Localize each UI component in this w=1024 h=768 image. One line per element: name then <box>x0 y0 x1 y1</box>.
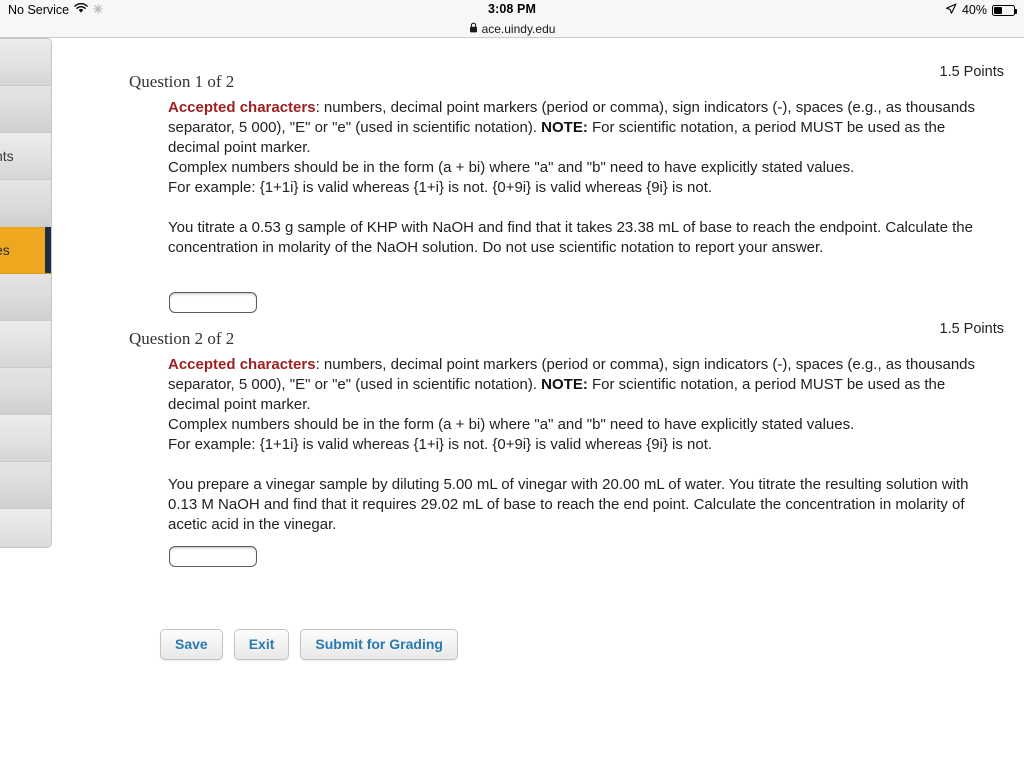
question-block-2: Question 2 of 2 1.5 Points Accepted char… <box>52 321 1024 567</box>
save-button[interactable]: Save <box>160 629 223 660</box>
question-points-2: 1.5 Points <box>939 321 1005 337</box>
sidebar-item-7[interactable] <box>0 368 51 415</box>
complex-number-example-2: For example: {1+1i} is valid whereas {1+… <box>168 436 713 453</box>
complex-number-rule-1: Complex numbers should be in the form (a… <box>168 159 855 176</box>
accepted-characters-label-2: Accepted characters <box>168 356 316 373</box>
sidebar-item-10[interactable] <box>0 509 51 547</box>
sidebar-item-5[interactable] <box>0 274 51 321</box>
battery-percent-label: 40% <box>961 3 987 17</box>
question-header-2: Question 2 of 2 1.5 Points <box>52 321 1024 355</box>
submit-for-grading-button[interactable]: Submit for Grading <box>300 629 458 660</box>
battery-icon <box>992 4 1017 16</box>
url-text: ace.uindy.edu <box>481 21 556 36</box>
note-label-1: NOTE: <box>541 119 588 136</box>
sidebar-item-1[interactable] <box>0 86 51 133</box>
sidebar-item-6[interactable] <box>0 321 51 368</box>
question-prompt-2: You prepare a vinegar sample by diluting… <box>168 476 969 533</box>
complex-number-example-1: For example: {1+1i} is valid whereas {1+… <box>168 179 713 196</box>
sidebar-item-4[interactable]: es <box>0 227 51 274</box>
note-label-2: NOTE: <box>541 376 588 393</box>
accepted-characters-block-2: Accepted characters: numbers, decimal po… <box>168 355 980 455</box>
sidebar-item-3[interactable] <box>0 180 51 227</box>
sidebar-item-label: nts <box>0 148 14 164</box>
sidebar-item-0[interactable] <box>0 39 51 86</box>
status-bar-clock: 3:08 PM <box>488 2 536 16</box>
question-block-1: Question 1 of 2 1.5 Points Accepted char… <box>52 64 1024 313</box>
sidebar-item-8[interactable] <box>0 415 51 462</box>
sidebar-item-2[interactable]: nts <box>0 133 51 180</box>
question-prompt-1: You titrate a 0.53 g sample of KHP with … <box>168 219 973 256</box>
accepted-characters-label-1: Accepted characters <box>168 99 316 116</box>
quiz-content: Question 1 of 2 1.5 Points Accepted char… <box>52 38 1024 768</box>
answer-input-2[interactable] <box>169 546 257 567</box>
accepted-characters-block-1: Accepted characters: numbers, decimal po… <box>168 98 980 198</box>
question-title-1: Question 1 of 2 <box>129 72 235 91</box>
status-bar-right: 40% <box>945 2 1017 18</box>
lock-icon <box>469 22 478 36</box>
browser-url-bar[interactable]: ace.uindy.edu <box>0 20 1024 38</box>
quiz-action-buttons: Save Exit Submit for Grading <box>160 629 458 660</box>
question-header-1: Question 1 of 2 1.5 Points <box>52 64 1024 98</box>
sidebar-item-label: es <box>0 242 10 258</box>
exit-button[interactable]: Exit <box>233 629 290 660</box>
answer-input-1[interactable] <box>169 292 257 313</box>
question-points-1: 1.5 Points <box>939 64 1005 80</box>
complex-number-rule-2: Complex numbers should be in the form (a… <box>168 416 855 433</box>
location-arrow-icon <box>945 2 957 18</box>
course-nav-sidebar[interactable]: nts es <box>0 38 52 548</box>
ios-status-bar: No Service 3:08 PM 40% <box>0 0 1024 20</box>
sidebar-item-9[interactable] <box>0 462 51 509</box>
question-title-2: Question 2 of 2 <box>129 329 235 348</box>
